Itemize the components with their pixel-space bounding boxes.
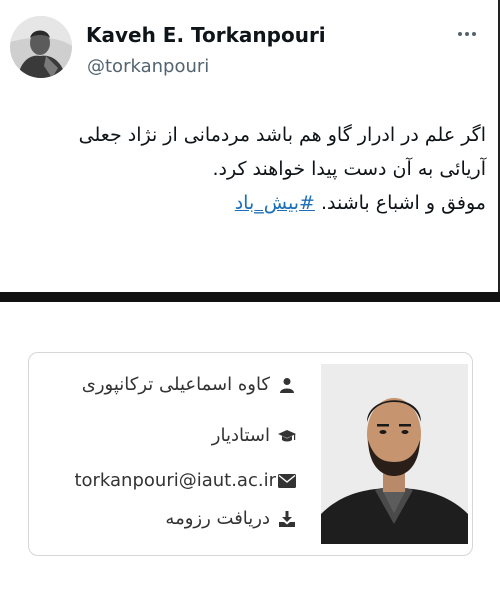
author-handle[interactable]: @torkanpouri <box>87 56 209 77</box>
more-horizontal-icon-dot <box>472 32 476 36</box>
profile-name: کاوه اسماعیلی ترکانپوری <box>81 374 270 395</box>
section-divider <box>0 292 500 302</box>
hashtag-link[interactable]: #بیش_باد <box>235 192 315 214</box>
graduation-cap-icon <box>278 427 296 445</box>
profile-name-row: کاوه اسماعیلی ترکانپوری <box>82 374 296 395</box>
envelope-icon <box>278 472 296 490</box>
more-horizontal-icon-dot <box>465 32 469 36</box>
more-options-button[interactable] <box>452 22 482 46</box>
tweet-text-line: اگر علم در ادرار گاو هم باشد مردمانی از … <box>78 124 486 146</box>
avatar-photo <box>10 16 72 78</box>
user-icon <box>278 376 296 394</box>
profile-title: استادیار <box>211 425 270 446</box>
tweet-text-line: آریائی به آن دست پیدا خواهند کرد. <box>212 158 486 180</box>
more-horizontal-icon <box>458 32 462 36</box>
download-cv-button[interactable]: دریافت رزومه <box>165 508 296 529</box>
author-avatar[interactable] <box>10 16 72 78</box>
author-name[interactable]: Kaveh E. Torkanpouri <box>86 23 326 47</box>
profile-email-row[interactable]: torkanpouri@iaut.ac.ir <box>74 470 296 491</box>
tweet-card: Kaveh E. Torkanpouri @torkanpouri اگر عل… <box>0 0 500 292</box>
profile-title-row: استادیار <box>212 425 296 446</box>
tweet-text-fragment: موفق و اشباع باشند. <box>320 192 486 214</box>
profile-photo <box>321 364 468 544</box>
profile-card: کاوه اسماعیلی ترکانپوری استادیار torkanp… <box>28 352 473 556</box>
tweet-text: اگر علم در ادرار گاو هم باشد مردمانی از … <box>16 118 486 220</box>
download-icon <box>278 510 296 528</box>
download-cv-label[interactable]: دریافت رزومه <box>165 508 270 529</box>
profile-email[interactable]: torkanpouri@iaut.ac.ir <box>74 470 276 491</box>
tweet-text-line-last: موفق و اشباع باشند. #بیش_باد <box>16 186 486 220</box>
